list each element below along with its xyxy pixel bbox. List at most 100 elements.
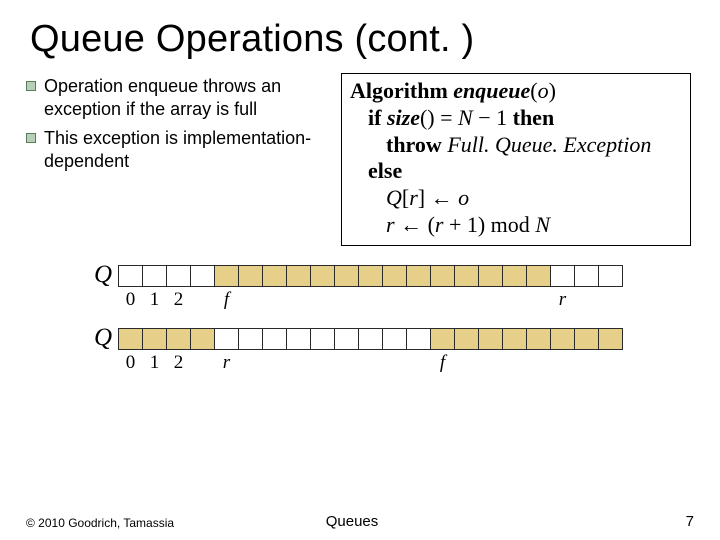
slide: Queue Operations (cont. ) Operation enqu… [0, 0, 720, 540]
index-label: 2 [166, 289, 191, 311]
index-label [286, 352, 311, 374]
index-r: r [214, 352, 239, 374]
array-cell [550, 265, 575, 287]
algo-line-3: throw Full. Queue. Exception [350, 132, 682, 159]
array-cell [358, 328, 383, 350]
array-cell [262, 328, 287, 350]
index-label [598, 352, 623, 374]
array-cell [310, 328, 335, 350]
array-cell [478, 328, 503, 350]
index-label [262, 352, 287, 374]
algo-keyword: else [368, 158, 402, 183]
index-f: f [214, 289, 239, 311]
array-cells [118, 265, 623, 287]
index-label: 1 [142, 289, 167, 311]
algo-var: N [458, 105, 473, 130]
algo-var: r [386, 212, 395, 237]
array-cell [142, 265, 167, 287]
array-cell [334, 328, 359, 350]
index-label [358, 289, 383, 311]
array-label: Q [90, 325, 118, 350]
algo-text: ( [530, 78, 537, 103]
algo-text: + 1) mod [443, 212, 535, 237]
algo-var: r [409, 185, 418, 210]
index-label [574, 352, 599, 374]
index-label [286, 289, 311, 311]
index-label [478, 289, 503, 311]
algo-call: size [387, 105, 420, 130]
index-f: f [430, 352, 455, 374]
index-label [334, 289, 359, 311]
algo-text: ) [549, 78, 556, 103]
array-row: Q [90, 264, 640, 289]
footer: © 2010 Goodrich, Tamassia Queues 7 [26, 513, 694, 530]
array-cell [574, 328, 599, 350]
algo-line-4: else [350, 158, 682, 185]
array-cell [142, 328, 167, 350]
array-cell [406, 328, 431, 350]
array-cell [382, 265, 407, 287]
index-label [502, 352, 527, 374]
index-label [574, 289, 599, 311]
array-cell [454, 265, 479, 287]
array-cell [430, 265, 455, 287]
bullet-list: Operation enqueue throws an exception if… [26, 73, 331, 179]
array-cell [382, 328, 407, 350]
content-columns: Operation enqueue throws an exception if… [26, 73, 694, 246]
algo-var: Q [386, 185, 402, 210]
index-label: 0 [118, 289, 143, 311]
array-cell [526, 328, 551, 350]
array-cell [478, 265, 503, 287]
index-label [190, 352, 215, 374]
array-cell [550, 328, 575, 350]
index-label: 2 [166, 352, 191, 374]
index-label: 0 [118, 352, 143, 374]
index-label [382, 289, 407, 311]
algo-exception: Full. Queue. Exception [447, 132, 651, 157]
index-row: 0 1 2 r f [118, 352, 640, 374]
bullet-icon [26, 81, 36, 91]
algo-param: o [538, 78, 549, 103]
bullet-icon [26, 133, 36, 143]
page-number: 7 [686, 513, 694, 530]
array-cell [502, 328, 527, 350]
bullet-text: This exception is implementation-depende… [44, 127, 331, 173]
assign-arrow-icon: ← [400, 212, 422, 237]
index-label [310, 352, 335, 374]
algo-keyword: throw [386, 132, 447, 157]
array-cell [166, 265, 191, 287]
index-label [430, 289, 455, 311]
index-label [406, 352, 431, 374]
algo-line-1: Algorithm enqueue(o) [350, 78, 682, 105]
index-label [598, 289, 623, 311]
algo-text: () = [420, 105, 458, 130]
index-label [358, 352, 383, 374]
array-cell [190, 328, 215, 350]
index-label: 1 [142, 352, 167, 374]
index-label [334, 352, 359, 374]
algo-line-2: if size() = N − 1 then [350, 105, 682, 132]
index-label [310, 289, 335, 311]
array-cell [598, 328, 623, 350]
array-cell [238, 265, 263, 287]
footer-title: Queues [326, 513, 379, 530]
algo-var: N [535, 212, 550, 237]
index-label [382, 352, 407, 374]
algo-text: ] [418, 185, 431, 210]
algo-keyword: Algorithm [350, 78, 448, 103]
array-cell [502, 265, 527, 287]
array-cell [454, 328, 479, 350]
algo-line-6: r ← (r + 1) mod N [350, 212, 682, 239]
array-cell [262, 265, 287, 287]
algo-text: − 1 [473, 105, 513, 130]
assign-arrow-icon: ← [431, 185, 453, 210]
array-cell [406, 265, 431, 287]
array-cells [118, 328, 623, 350]
queue-diagram: Q [90, 264, 640, 374]
array-cell [118, 265, 143, 287]
array-cell [166, 328, 191, 350]
array-cell [214, 328, 239, 350]
array-cell [310, 265, 335, 287]
algo-text: ( [422, 212, 435, 237]
array-label: Q [90, 262, 118, 287]
